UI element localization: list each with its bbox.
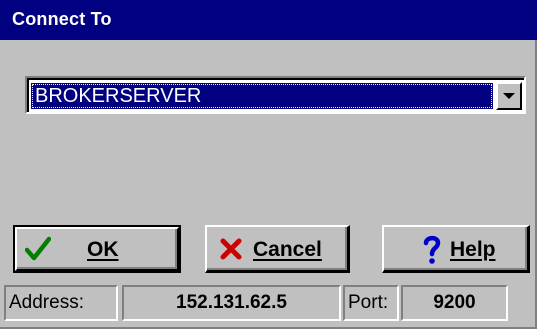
port-label: Port:	[343, 285, 399, 321]
port-value: 9200	[401, 285, 508, 321]
dropdown-arrow-button[interactable]	[496, 82, 522, 110]
address-label: Address:	[4, 285, 118, 321]
question-mark-icon	[423, 235, 441, 264]
connect-dialog: Connect To BROKERSERVER OK Cancel Help A…	[0, 0, 537, 329]
help-button-label: Help	[450, 238, 496, 261]
cancel-button[interactable]: Cancel	[205, 225, 350, 273]
combobox-frame: BROKERSERVER	[27, 78, 524, 112]
ok-button-label: OK	[87, 238, 119, 261]
ok-button[interactable]: OK	[13, 225, 181, 273]
cancel-button-label: Cancel	[253, 238, 322, 261]
help-button[interactable]: Help	[382, 225, 530, 273]
checkmark-icon	[25, 236, 51, 261]
status-bar: Address: 152.131.62.5 Port: 9200	[4, 285, 533, 323]
server-combobox[interactable]: BROKERSERVER	[25, 76, 526, 114]
address-value: 152.131.62.5	[122, 285, 341, 321]
close-x-icon	[220, 238, 242, 260]
window-title: Connect To	[12, 9, 112, 29]
server-combobox-value[interactable]: BROKERSERVER	[31, 83, 493, 109]
title-bar[interactable]: Connect To	[0, 0, 537, 40]
